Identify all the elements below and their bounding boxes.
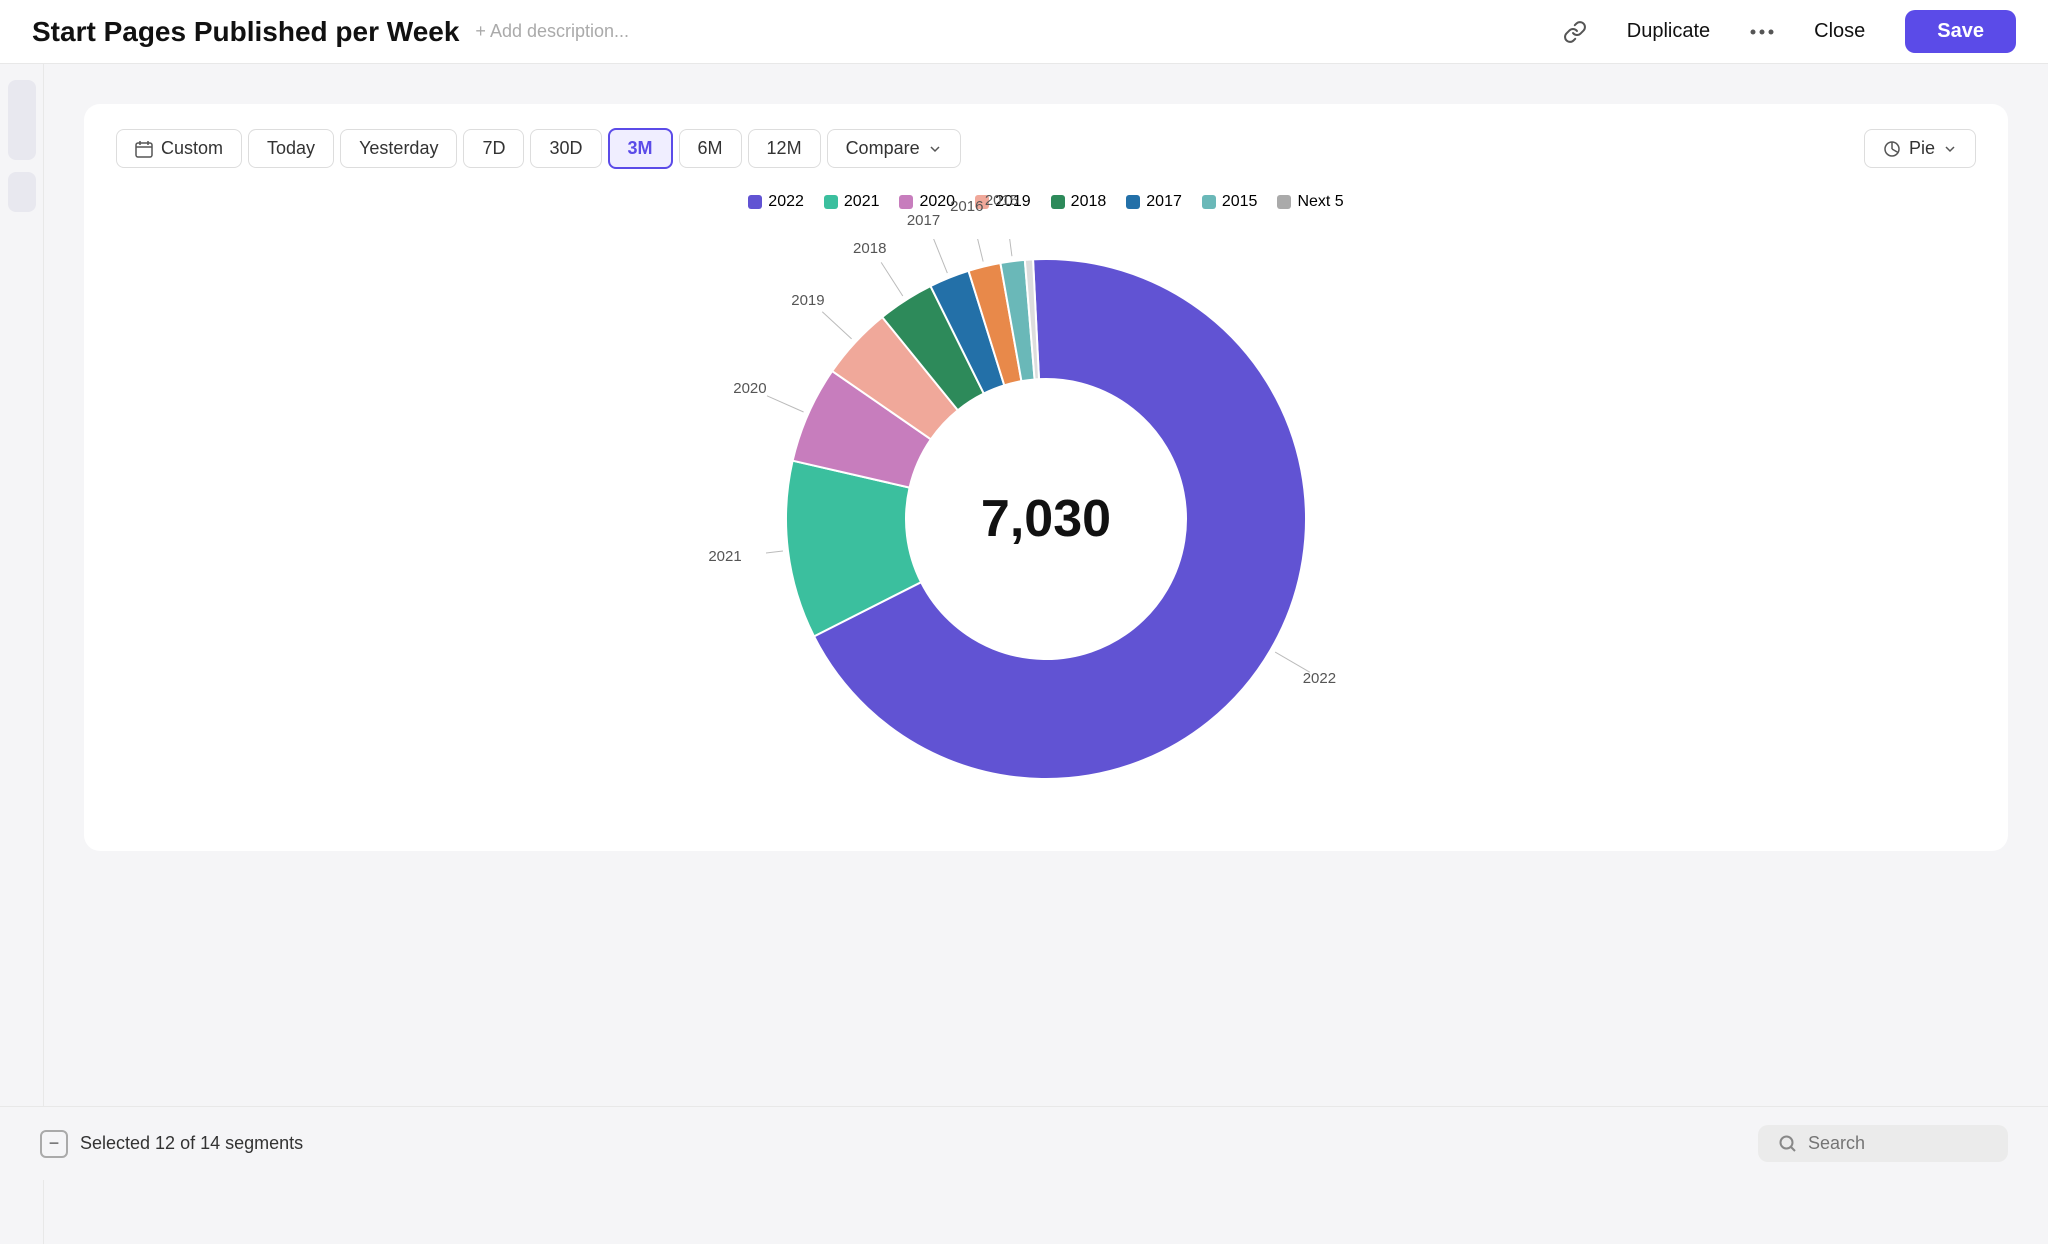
add-description-link[interactable]: + Add description... xyxy=(475,21,629,42)
left-sidebar xyxy=(0,64,44,1244)
12m-button[interactable]: 12M xyxy=(748,129,821,168)
donut-chart-svg xyxy=(766,239,1326,799)
chart-container: Custom Today Yesterday 7D 30D 3M 6M 12M … xyxy=(84,104,2008,851)
close-button[interactable]: Close xyxy=(1798,12,1881,51)
legend-item-2020[interactable]: 2020 xyxy=(899,193,955,211)
bottom-bar: − Selected 12 of 14 segments xyxy=(0,1106,2048,1180)
top-bar-left: Start Pages Published per Week + Add des… xyxy=(32,16,629,48)
link-icon-button[interactable] xyxy=(1563,20,1587,44)
search-icon xyxy=(1778,1134,1798,1154)
3m-button[interactable]: 3M xyxy=(608,128,673,169)
sidebar-item-1 xyxy=(8,80,36,160)
custom-label: Custom xyxy=(161,138,223,159)
yesterday-button[interactable]: Yesterday xyxy=(340,129,457,168)
bottom-left: − Selected 12 of 14 segments xyxy=(40,1130,303,1158)
save-button[interactable]: Save xyxy=(1905,10,2016,53)
pie-label: Pie xyxy=(1909,138,1935,159)
legend-item-2019[interactable]: 2019 xyxy=(975,193,1031,211)
segment-label-2020: 2020 xyxy=(733,380,766,397)
deselect-all-button[interactable]: − xyxy=(40,1130,68,1158)
legend-item-2017[interactable]: 2017 xyxy=(1126,193,1182,211)
compare-button[interactable]: Compare xyxy=(827,129,961,168)
donut-chart-area: 7,030 20222021202020192018201720162015 xyxy=(116,219,1976,819)
compare-label: Compare xyxy=(846,138,920,159)
segment-label-2017: 2017 xyxy=(907,212,940,229)
legend-item-2018[interactable]: 2018 xyxy=(1051,193,1107,211)
selected-segments-label: Selected 12 of 14 segments xyxy=(80,1133,303,1154)
more-options-button[interactable] xyxy=(1750,29,1774,35)
duplicate-button[interactable]: Duplicate xyxy=(1611,12,1726,51)
pie-button[interactable]: Pie xyxy=(1864,129,1976,168)
top-bar: Start Pages Published per Week + Add des… xyxy=(0,0,2048,64)
legend-item-2015[interactable]: 2015 xyxy=(1202,193,1258,211)
top-bar-right: Duplicate Close Save xyxy=(1563,10,2016,53)
legend-item-2021[interactable]: 2021 xyxy=(824,193,880,211)
today-button[interactable]: Today xyxy=(248,129,334,168)
chart-type-right: Pie xyxy=(1864,129,1976,168)
30d-button[interactable]: 30D xyxy=(530,129,601,168)
sidebar-item-2 xyxy=(8,172,36,212)
segment-label-2021: 2021 xyxy=(708,548,741,565)
chart-legend: 2022 2021 2020 2019 2018 2017 2015 Next 5 xyxy=(116,193,1976,211)
legend-item-2022[interactable]: 2022 xyxy=(748,193,804,211)
custom-date-button[interactable]: Custom xyxy=(116,129,242,168)
search-wrap xyxy=(1758,1125,2008,1162)
page-title: Start Pages Published per Week xyxy=(32,16,459,48)
7d-button[interactable]: 7D xyxy=(463,129,524,168)
filter-bar: Custom Today Yesterday 7D 30D 3M 6M 12M … xyxy=(116,128,1976,169)
main-content: Custom Today Yesterday 7D 30D 3M 6M 12M … xyxy=(44,64,2048,931)
6m-button[interactable]: 6M xyxy=(679,129,742,168)
legend-item-Next 5[interactable]: Next 5 xyxy=(1277,193,1343,211)
search-input[interactable] xyxy=(1808,1133,1988,1154)
filter-left: Custom Today Yesterday 7D 30D 3M 6M 12M … xyxy=(116,128,961,169)
